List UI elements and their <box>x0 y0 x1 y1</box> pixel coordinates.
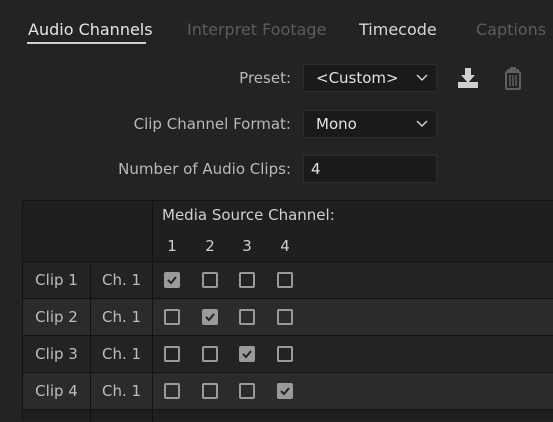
active-tab-indicator <box>27 42 146 44</box>
checkmark-icon <box>167 276 177 285</box>
chevron-down-icon <box>416 120 428 128</box>
tab-timecode[interactable]: Timecode <box>359 20 437 39</box>
preset-dropdown-value: <Custom> <box>316 69 399 87</box>
clip-channel-format-value: Mono <box>316 115 357 133</box>
column-header-1: 1 <box>167 237 177 255</box>
tab-audio-channels[interactable]: Audio Channels <box>28 20 153 39</box>
channel-label: Ch. 1 <box>101 345 142 363</box>
channel-checkbox[interactable] <box>164 309 180 325</box>
channel-checkbox[interactable] <box>164 272 180 288</box>
clip-channel-format-label: Clip Channel Format: <box>133 115 291 133</box>
save-preset-icon[interactable] <box>455 65 481 91</box>
clip-channel-format-dropdown[interactable]: Mono <box>303 110 437 138</box>
clip-label: Clip 2 <box>35 308 78 326</box>
channel-checkbox[interactable] <box>202 346 218 362</box>
channel-label: Ch. 1 <box>101 308 142 326</box>
column-header-2: 2 <box>205 237 215 255</box>
column-header-3: 3 <box>242 237 252 255</box>
channel-mapping-grid: Media Source Channel: 1 2 3 4 Clip 1 Ch. … <box>22 200 553 422</box>
grid-divider <box>23 298 553 299</box>
grid-divider <box>23 335 553 336</box>
tab-bar: Audio Channels Interpret Footage Timecod… <box>0 0 553 50</box>
grid-divider <box>152 201 153 422</box>
column-header-4: 4 <box>280 237 290 255</box>
clip-label: Clip 1 <box>35 271 78 289</box>
grid-divider <box>23 409 553 410</box>
channel-checkbox[interactable] <box>277 272 293 288</box>
trash-icon[interactable] <box>500 65 526 91</box>
channel-checkbox[interactable] <box>202 383 218 399</box>
channel-checkbox[interactable] <box>239 383 255 399</box>
checkmark-icon <box>242 350 252 359</box>
media-source-channel-label: Media Source Channel: <box>162 206 335 224</box>
channel-checkbox[interactable] <box>277 309 293 325</box>
preset-dropdown[interactable]: <Custom> <box>303 64 437 92</box>
clip-label: Clip 3 <box>35 345 78 363</box>
tab-captions[interactable]: Captions <box>476 20 546 39</box>
channel-checkbox[interactable] <box>239 309 255 325</box>
channel-checkbox[interactable] <box>239 346 255 362</box>
channel-label: Ch. 1 <box>101 382 142 400</box>
channel-checkbox[interactable] <box>277 383 293 399</box>
channel-checkbox[interactable] <box>239 272 255 288</box>
chevron-down-icon <box>416 74 428 82</box>
channel-checkbox[interactable] <box>164 346 180 362</box>
tab-interpret-footage[interactable]: Interpret Footage <box>187 20 326 39</box>
channel-checkbox[interactable] <box>277 346 293 362</box>
channel-checkbox[interactable] <box>164 383 180 399</box>
clip-label: Clip 4 <box>35 382 78 400</box>
channel-checkbox[interactable] <box>202 272 218 288</box>
channel-checkbox[interactable] <box>202 309 218 325</box>
num-audio-clips-label: Number of Audio Clips: <box>118 160 291 178</box>
grid-divider <box>23 372 553 373</box>
grid-divider <box>23 261 553 262</box>
checkmark-icon <box>280 387 290 396</box>
channel-label: Ch. 1 <box>101 271 142 289</box>
preset-label: Preset: <box>239 69 291 87</box>
checkmark-icon <box>205 313 215 322</box>
num-audio-clips-input[interactable]: 4 <box>303 155 437 183</box>
